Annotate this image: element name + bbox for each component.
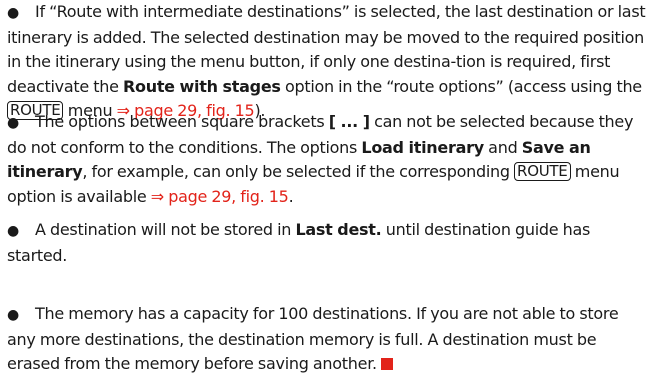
- end-of-section-icon: [380, 358, 393, 370]
- document-page: If “Route with intermediate destinations…: [0, 0, 654, 376]
- note-4: The memory has a capacity for 100 destin…: [7, 302, 648, 377]
- note-2: The options between square brackets [ ..…: [7, 110, 648, 209]
- option-name: Route with stages: [122, 76, 281, 96]
- bullet-icon: [7, 302, 35, 328]
- option-name: [ ... ]: [328, 112, 370, 131]
- option-name: Load itinerary: [361, 137, 484, 157]
- bullet-icon: [7, 110, 35, 136]
- page-reference-link[interactable]: ⇒ page 29, fig. 15: [151, 187, 289, 206]
- bullet-icon: [7, 218, 35, 244]
- route-key: ROUTE: [514, 162, 571, 181]
- bullet-icon: [7, 0, 35, 26]
- note-3: A destination will not be stored in Last…: [7, 218, 648, 268]
- note-1: If “Route with intermediate destinations…: [7, 0, 648, 124]
- option-name: Last dest.: [295, 220, 382, 239]
